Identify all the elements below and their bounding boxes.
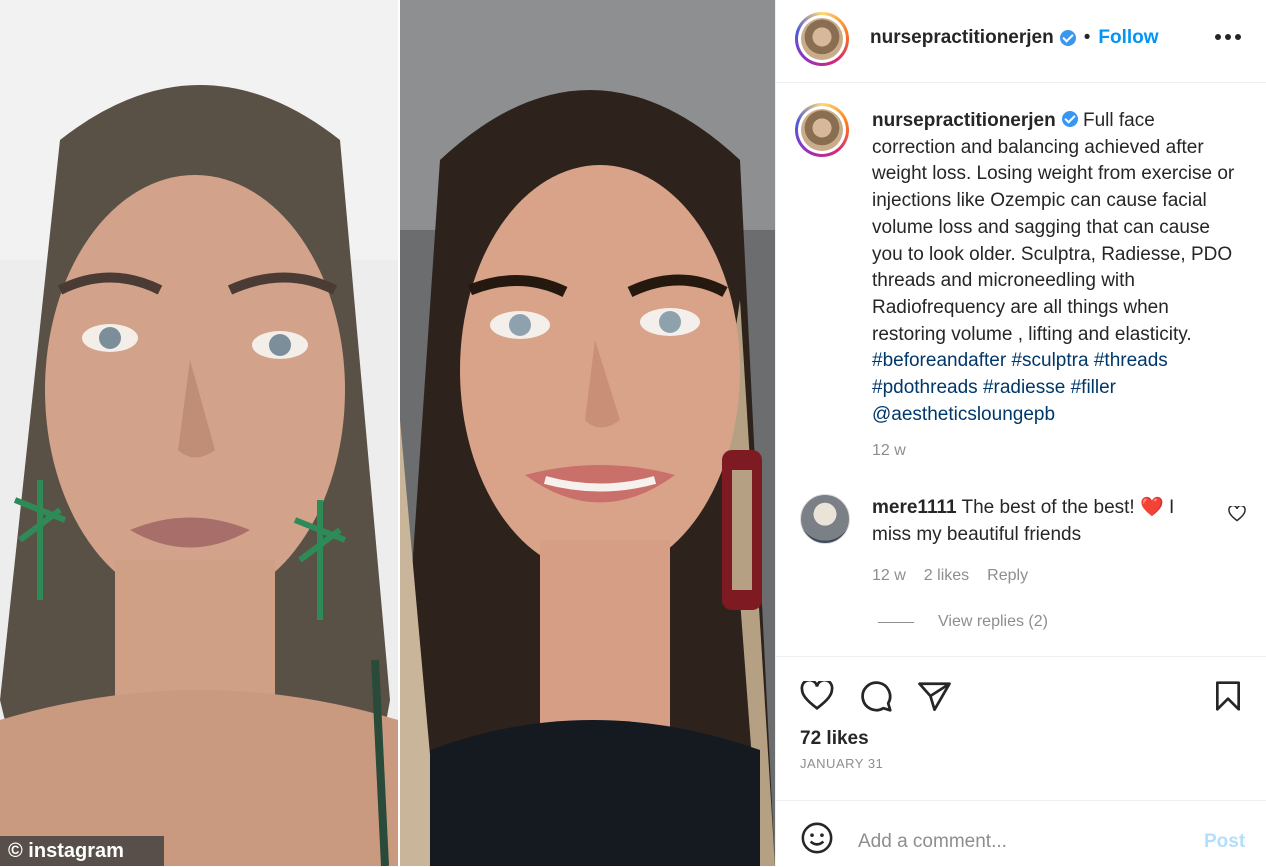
header-user-row: nursepractitionerjen • Follow	[870, 27, 1159, 49]
comment-likes[interactable]: 2 likes	[924, 562, 969, 589]
instagram-watermark: © instagram	[0, 836, 164, 866]
caption-timestamp[interactable]: 12 w	[872, 438, 1242, 465]
mention-link[interactable]: @aestheticsloungepb	[872, 404, 1055, 425]
view-replies-label: View replies (2)	[938, 613, 1048, 630]
post-media[interactable]: © instagram	[0, 0, 775, 866]
save-bookmark-icon[interactable]	[1214, 680, 1242, 712]
comment-bubble-icon[interactable]	[860, 680, 893, 713]
author-avatar[interactable]	[795, 12, 849, 66]
caption-username[interactable]: nursepractitionerjen	[872, 110, 1056, 131]
more-options-icon[interactable]	[1214, 33, 1242, 41]
post-caption: nursepractitionerjen Full face correctio…	[872, 108, 1242, 465]
like-comment-heart-icon[interactable]	[1228, 506, 1246, 522]
replies-divider-line	[878, 621, 914, 623]
hashtag-link[interactable]: #beforeandafter	[872, 350, 1006, 371]
follow-button[interactable]: Follow	[1098, 27, 1158, 49]
comment-text: The best of the best!	[961, 497, 1135, 518]
hashtag-link[interactable]: #pdothreads	[872, 377, 978, 398]
post-date: JANUARY 31	[800, 756, 884, 771]
post-side-panel: nursepractitionerjen • Follow nursepract…	[775, 0, 1266, 866]
verified-badge-icon	[1061, 111, 1078, 127]
like-heart-icon[interactable]	[800, 681, 834, 711]
reply-button[interactable]: Reply	[987, 562, 1028, 589]
hashtag-link[interactable]: #sculptra	[1011, 350, 1088, 371]
comment-timestamp[interactable]: 12 w	[872, 562, 906, 589]
caption-text: Full face correction and balancing achie…	[872, 110, 1235, 345]
comment-input[interactable]: Add a comment...	[858, 831, 1007, 853]
comment-meta: 12 w 2 likes Reply	[872, 562, 1212, 589]
commenter-avatar[interactable]	[800, 494, 850, 544]
add-comment-bar: Add a comment... Post	[776, 800, 1266, 867]
verified-badge-icon	[1059, 30, 1076, 46]
before-after-photo	[0, 0, 775, 866]
header-separator: •	[1083, 27, 1091, 48]
likes-count[interactable]: 72 likes	[800, 728, 869, 750]
header-username[interactable]: nursepractitionerjen	[870, 27, 1054, 49]
share-paper-plane-icon[interactable]	[918, 681, 951, 711]
comment-item: mere1111 The best of the best! ❤️ I miss…	[872, 494, 1212, 589]
view-replies-button[interactable]: View replies (2)	[878, 613, 1048, 631]
post-header: nursepractitionerjen • Follow	[776, 0, 1266, 83]
heart-emoji-icon: ❤️	[1139, 497, 1164, 518]
caption-author-avatar[interactable]	[795, 103, 849, 157]
post-comment-button[interactable]: Post	[1204, 831, 1245, 853]
hashtag-link[interactable]: #radiesse	[983, 377, 1065, 398]
comment-username[interactable]: mere1111	[872, 497, 957, 518]
hashtag-link[interactable]: #filler	[1071, 377, 1116, 398]
hashtag-link[interactable]: #threads	[1094, 350, 1168, 371]
emoji-smiley-icon[interactable]	[800, 821, 834, 855]
